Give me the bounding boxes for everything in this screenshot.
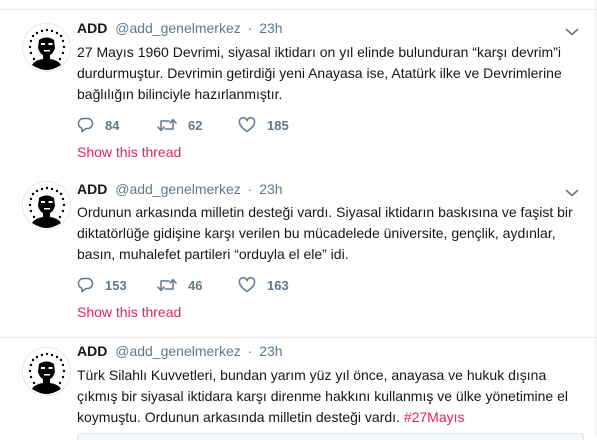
like-button[interactable]: 163 (238, 276, 289, 294)
reply-button[interactable]: 84 (77, 116, 119, 134)
retweet-button[interactable]: 46 (157, 276, 202, 294)
reply-button[interactable]: 153 (77, 276, 127, 294)
display-name[interactable]: ADD (77, 20, 107, 36)
like-count: 185 (267, 117, 289, 133)
separator-dot: · (247, 343, 253, 359)
reply-icon (77, 117, 94, 133)
tweet-text: 27 Mayıs 1960 Devrimi, siyasal iktidarı … (77, 44, 562, 102)
like-count: 163 (267, 277, 289, 293)
timestamp[interactable]: 23h (259, 181, 282, 197)
avatar-image (23, 182, 70, 229)
user-handle[interactable]: @add_genelmerkez (115, 20, 241, 36)
timestamp[interactable]: 23h (259, 20, 282, 36)
retweet-count: 46 (188, 277, 203, 293)
reply-count: 153 (105, 277, 127, 293)
tweet-header: ADD @add_genelmerkez · 23h (77, 181, 283, 201)
avatar[interactable] (22, 181, 71, 230)
retweet-icon (157, 278, 177, 292)
show-thread-link[interactable]: Show this thread (77, 144, 181, 160)
show-thread-link[interactable]: Show this thread (77, 304, 181, 320)
avatar-image (23, 348, 70, 395)
like-button[interactable]: 185 (238, 116, 289, 134)
display-name[interactable]: ADD (77, 343, 107, 359)
user-handle[interactable]: @add_genelmerkez (115, 343, 241, 359)
separator-dot: · (247, 20, 253, 36)
reply-icon (77, 277, 94, 293)
heart-icon (238, 277, 256, 293)
avatar-image (23, 24, 70, 71)
user-handle[interactable]: @add_genelmerkez (115, 181, 241, 197)
tweet[interactable]: ADD @add_genelmerkez · 23h 27 Mayıs 1960… (0, 9, 597, 173)
tweet-text: Türk Silahlı Kuvvetleri, bundan yarım yü… (77, 365, 582, 428)
tweet[interactable]: ADD @add_genelmerkez · 23h Türk Silahlı … (0, 338, 597, 440)
tweet-header: ADD @add_genelmerkez · 23h (77, 20, 283, 40)
tweet-header: ADD @add_genelmerkez · 23h (77, 343, 283, 363)
heart-icon (238, 117, 256, 133)
timeline-feed: ADD @add_genelmerkez · 23h 27 Mayıs 1960… (0, 0, 597, 440)
retweet-icon (157, 118, 177, 132)
chevron-down-icon[interactable] (565, 188, 579, 198)
timestamp[interactable]: 23h (259, 343, 282, 359)
tweet-text: Ordunun arkasında milletin desteği vardı… (77, 204, 573, 262)
reply-count: 84 (105, 117, 120, 133)
retweet-button[interactable]: 62 (157, 116, 202, 134)
media-preview[interactable] (77, 433, 584, 440)
display-name[interactable]: ADD (77, 181, 107, 197)
hashtag-link[interactable]: #27Mayıs (404, 409, 465, 425)
separator-dot: · (247, 181, 253, 197)
chevron-down-icon[interactable] (565, 27, 579, 37)
avatar[interactable] (22, 23, 71, 72)
tweet[interactable]: ADD @add_genelmerkez · 23h Ordunun arkas… (0, 172, 597, 338)
tweet-text-body: Türk Silahlı Kuvvetleri, bundan yarım yü… (77, 367, 568, 425)
retweet-count: 62 (188, 117, 203, 133)
avatar[interactable] (22, 347, 71, 396)
